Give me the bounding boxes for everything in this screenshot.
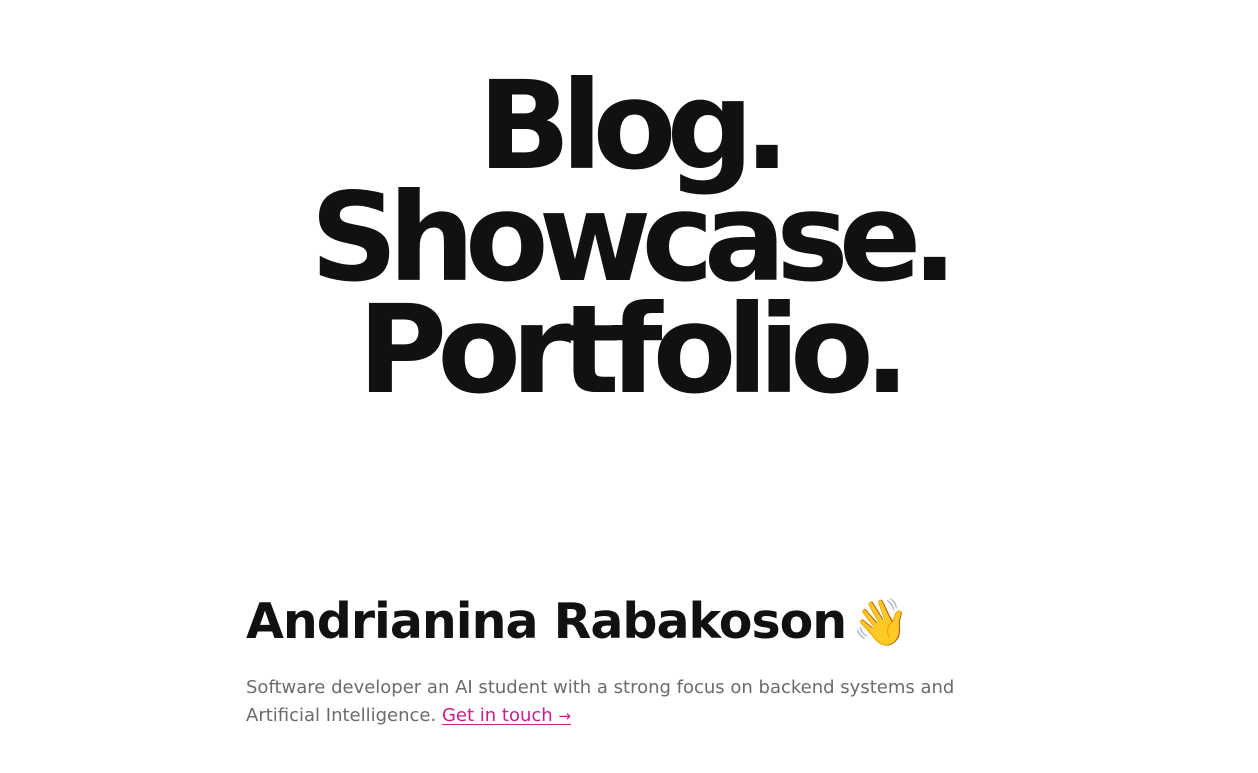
hero-line-blog: Blog. — [477, 55, 790, 197]
waving-hand-icon: 👋 — [852, 595, 910, 649]
hero-line-showcase: Showcase. — [310, 167, 958, 309]
page: Blog. Showcase. Portfolio. Andrianina Ra… — [0, 0, 1258, 773]
author-bio: Software developer an AI student with a … — [246, 674, 991, 730]
get-in-touch-link[interactable]: Get in touch → — [442, 705, 571, 726]
hero-heading: Blog. Showcase. Portfolio. — [0, 55, 1258, 421]
author-name: Andrianina Rabakoson — [246, 593, 847, 650]
arrow-right-icon: → — [558, 707, 571, 725]
hero-line-portfolio: Portfolio. — [357, 279, 910, 421]
author-name-heading: Andrianina Rabakoson 👋 — [246, 588, 1006, 656]
intro-section: Andrianina Rabakoson 👋 Software developer… — [246, 588, 1006, 730]
get-in-touch-label: Get in touch — [441, 705, 553, 726]
bio-text: Software developer an AI student with a … — [246, 677, 955, 726]
